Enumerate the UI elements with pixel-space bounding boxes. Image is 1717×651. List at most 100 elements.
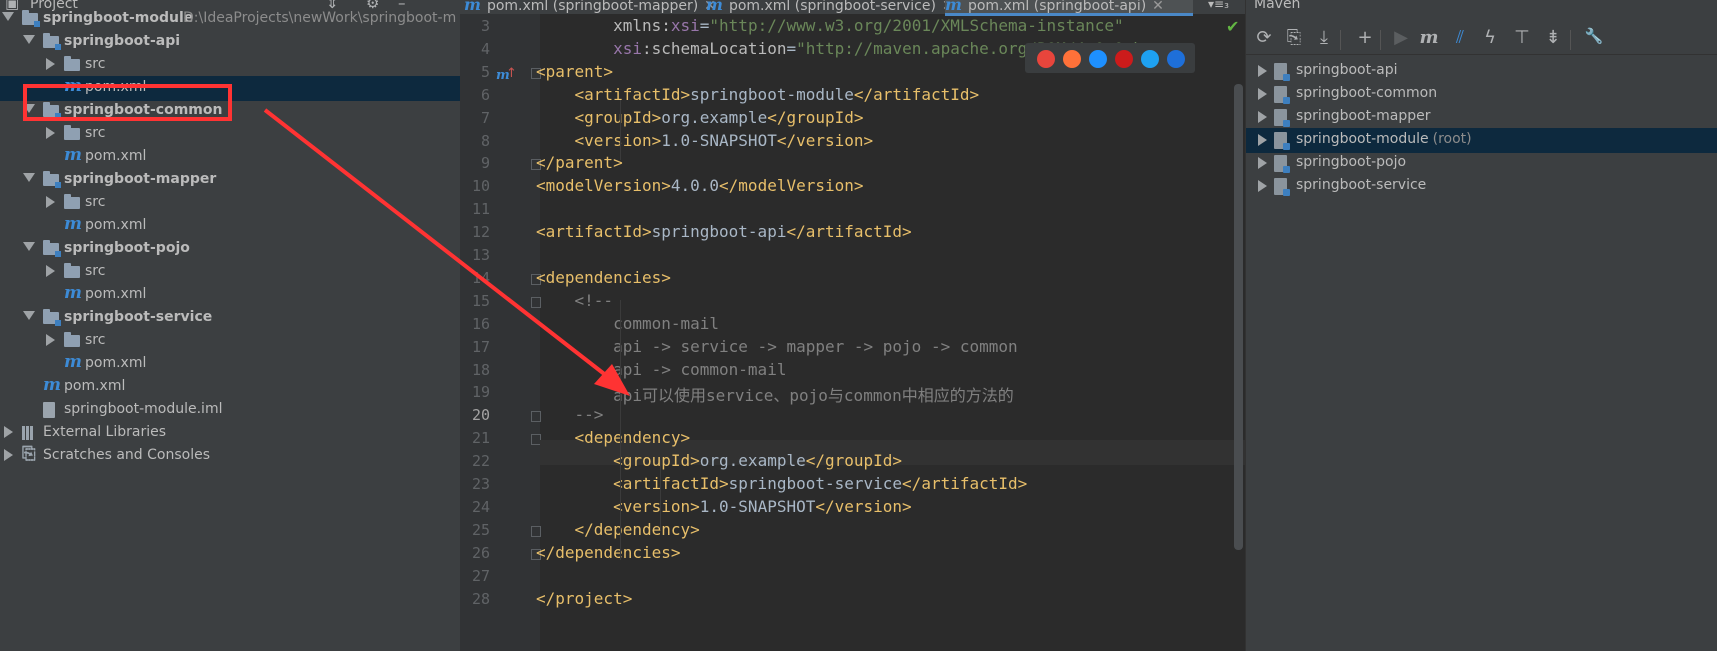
tree-api-src[interactable]: src bbox=[0, 53, 460, 78]
chevron-right-icon[interactable] bbox=[1258, 65, 1267, 77]
tree-common-src[interactable]: src bbox=[0, 122, 460, 147]
code-line[interactable]: <version>1.0-SNAPSHOT</version> bbox=[536, 497, 912, 516]
code-line[interactable]: </project> bbox=[536, 589, 632, 608]
chevron-down-icon[interactable] bbox=[23, 242, 35, 251]
code-token: xsi bbox=[670, 16, 700, 35]
code-line[interactable]: <artifactId>springboot-module</artifactI… bbox=[536, 85, 980, 104]
run-icon[interactable]: ▶ bbox=[1389, 27, 1413, 48]
tree-scratches[interactable]: ⎘ Scratches and Consoles bbox=[0, 444, 460, 469]
chevron-right-icon[interactable] bbox=[1258, 134, 1267, 146]
code-line[interactable]: xmlns:xsi="http://www.w3.org/2001/XMLSch… bbox=[536, 16, 1124, 35]
settings-icon[interactable]: 🔧 bbox=[1582, 27, 1606, 45]
editor-scrollbar[interactable] bbox=[1234, 84, 1243, 550]
code-line[interactable]: <artifactId>springboot-api</artifactId> bbox=[536, 222, 912, 241]
tree-mapper-src[interactable]: src bbox=[0, 191, 460, 216]
chevron-right-icon[interactable] bbox=[46, 334, 55, 346]
chevron-down-icon[interactable] bbox=[23, 35, 35, 44]
chevron-right-icon[interactable] bbox=[46, 58, 55, 70]
tree-mapper[interactable]: springboot-mapper bbox=[0, 168, 460, 193]
chevron-right-icon[interactable] bbox=[1258, 180, 1267, 192]
tab-pom-1[interactable]: mpom.xml (springboot-service)✕ bbox=[706, 0, 954, 14]
code-token: api可以使用service、pojo与common中相应的方法的 bbox=[613, 386, 1014, 406]
code-line[interactable]: <dependency> bbox=[536, 428, 691, 447]
chevron-right-icon[interactable] bbox=[4, 426, 13, 438]
tree-service-src[interactable]: src bbox=[0, 329, 460, 354]
tree-mapper-pom[interactable]: m pom.xml bbox=[0, 214, 460, 239]
code-line[interactable]: <groupId>org.example</groupId> bbox=[536, 108, 864, 127]
tree-pojo[interactable]: springboot-pojo bbox=[0, 237, 460, 262]
chevron-right-icon[interactable] bbox=[46, 127, 55, 139]
close-tab-icon[interactable]: ✕ bbox=[1152, 0, 1164, 14]
chevron-down-icon[interactable] bbox=[2, 12, 14, 21]
maven-project-springboot-pojo[interactable]: springboot-pojo bbox=[1246, 151, 1717, 176]
code-line[interactable]: <parent> bbox=[536, 62, 613, 81]
generate-sources-icon[interactable]: ⎘ bbox=[1282, 27, 1306, 48]
chevron-right-icon[interactable] bbox=[1258, 88, 1267, 100]
tree-root[interactable]: springboot-module D:\IdeaProjects\newWork… bbox=[0, 7, 460, 32]
collapse-all-icon[interactable]: ⇟ bbox=[1541, 27, 1565, 48]
code-line[interactable]: <artifactId>springboot-service</artifact… bbox=[536, 474, 1027, 493]
tab-pom-2[interactable]: m pom.xml (springboot-api) ✕ bbox=[945, 0, 1193, 16]
firefox-icon[interactable] bbox=[1063, 50, 1081, 68]
show-dependencies-icon[interactable]: ⊤ bbox=[1510, 27, 1534, 48]
code-line[interactable]: <groupId>org.example</groupId> bbox=[536, 451, 902, 470]
code-token: --> bbox=[574, 405, 604, 425]
maven-project-label: springboot-api bbox=[1296, 62, 1398, 78]
skip-tests-icon[interactable]: ϟ bbox=[1478, 27, 1502, 48]
maven-project-springboot-mapper[interactable]: springboot-mapper bbox=[1246, 105, 1717, 130]
tree-pojo-src[interactable]: src bbox=[0, 260, 460, 285]
code-line[interactable]: api可以使用service、pojo与common中相应的方法的 bbox=[536, 382, 1014, 406]
navigate-up-arrow-icon[interactable]: ↑ bbox=[506, 66, 517, 81]
code-line[interactable]: api -> common-mail bbox=[536, 360, 786, 379]
tree-external-libraries[interactable]: External Libraries bbox=[0, 421, 460, 446]
execute-goal-icon[interactable]: m bbox=[1417, 27, 1441, 48]
tab-overflow-icon[interactable]: ▾≡₃ bbox=[1208, 0, 1229, 16]
chevron-down-icon[interactable] bbox=[23, 173, 35, 182]
code-line[interactable]: </parent> bbox=[536, 153, 623, 172]
tree-service-pom[interactable]: m pom.xml bbox=[0, 352, 460, 377]
code-line[interactable]: <version>1.0-SNAPSHOT</version> bbox=[536, 131, 874, 150]
maven-panel: Maven ⟳ ⎘ ⤓ + ▶ m ⫽ ϟ ⊤ ⇟ 🔧 springboot-api springbo… bbox=[1245, 0, 1717, 651]
maven-file-icon: m bbox=[64, 283, 82, 303]
tree-pojo-pom[interactable]: m pom.xml bbox=[0, 283, 460, 308]
iml-file-icon bbox=[43, 402, 55, 418]
add-icon[interactable]: + bbox=[1353, 27, 1377, 48]
code-token: <groupId> bbox=[574, 107, 662, 127]
code-line[interactable]: <dependencies> bbox=[536, 268, 671, 287]
chrome-icon[interactable] bbox=[1037, 50, 1055, 68]
code-line[interactable]: <!-- bbox=[536, 291, 614, 310]
maven-project-springboot-service[interactable]: springboot-service bbox=[1246, 174, 1717, 199]
line-number: 15 bbox=[471, 291, 490, 310]
chevron-right-icon[interactable] bbox=[1258, 111, 1267, 123]
maven-project-springboot-common[interactable]: springboot-common bbox=[1246, 82, 1717, 107]
code-line[interactable]: </dependencies> bbox=[536, 543, 681, 562]
ie-icon[interactable] bbox=[1141, 50, 1159, 68]
maven-title[interactable]: Maven bbox=[1254, 0, 1300, 12]
maven-project-springboot-api[interactable]: springboot-api bbox=[1246, 59, 1717, 84]
chevron-right-icon[interactable] bbox=[46, 196, 55, 208]
download-icon[interactable]: ⤓ bbox=[1312, 27, 1336, 48]
tree-api[interactable]: springboot-api bbox=[0, 30, 460, 55]
chevron-right-icon[interactable] bbox=[1258, 157, 1267, 169]
code-line[interactable]: --> bbox=[536, 405, 604, 425]
safari-icon[interactable] bbox=[1089, 50, 1107, 68]
chevron-right-icon[interactable] bbox=[4, 449, 13, 461]
maven-project-springboot-module[interactable]: springboot-module (root) bbox=[1246, 128, 1717, 153]
opera-icon[interactable] bbox=[1115, 50, 1133, 68]
code-token: </dependency> bbox=[574, 519, 700, 539]
edge-icon[interactable] bbox=[1167, 50, 1185, 68]
toggle-offline-icon[interactable]: ⫽ bbox=[1448, 27, 1472, 48]
refresh-icon[interactable]: ⟳ bbox=[1252, 27, 1276, 48]
tree-root-pom[interactable]: m pom.xml bbox=[0, 375, 460, 400]
code-line[interactable]: api -> service -> mapper -> pojo -> comm… bbox=[536, 337, 1018, 356]
chevron-down-icon[interactable] bbox=[23, 311, 35, 320]
tab-pom-0[interactable]: m pom.xml (springboot-mapper) ✕ bbox=[464, 0, 716, 14]
tree-root-iml[interactable]: springboot-module.iml bbox=[0, 398, 460, 423]
code-line[interactable]: <modelVersion>4.0.0</modelVersion> bbox=[536, 176, 864, 195]
code-line[interactable]: common-mail bbox=[536, 314, 719, 333]
tree-service[interactable]: springboot-service bbox=[0, 306, 460, 331]
code-line[interactable]: </dependency> bbox=[536, 520, 700, 539]
chevron-right-icon[interactable] bbox=[46, 265, 55, 277]
line-number: 10 bbox=[471, 177, 490, 196]
tree-common-pom[interactable]: m pom.xml bbox=[0, 145, 460, 170]
